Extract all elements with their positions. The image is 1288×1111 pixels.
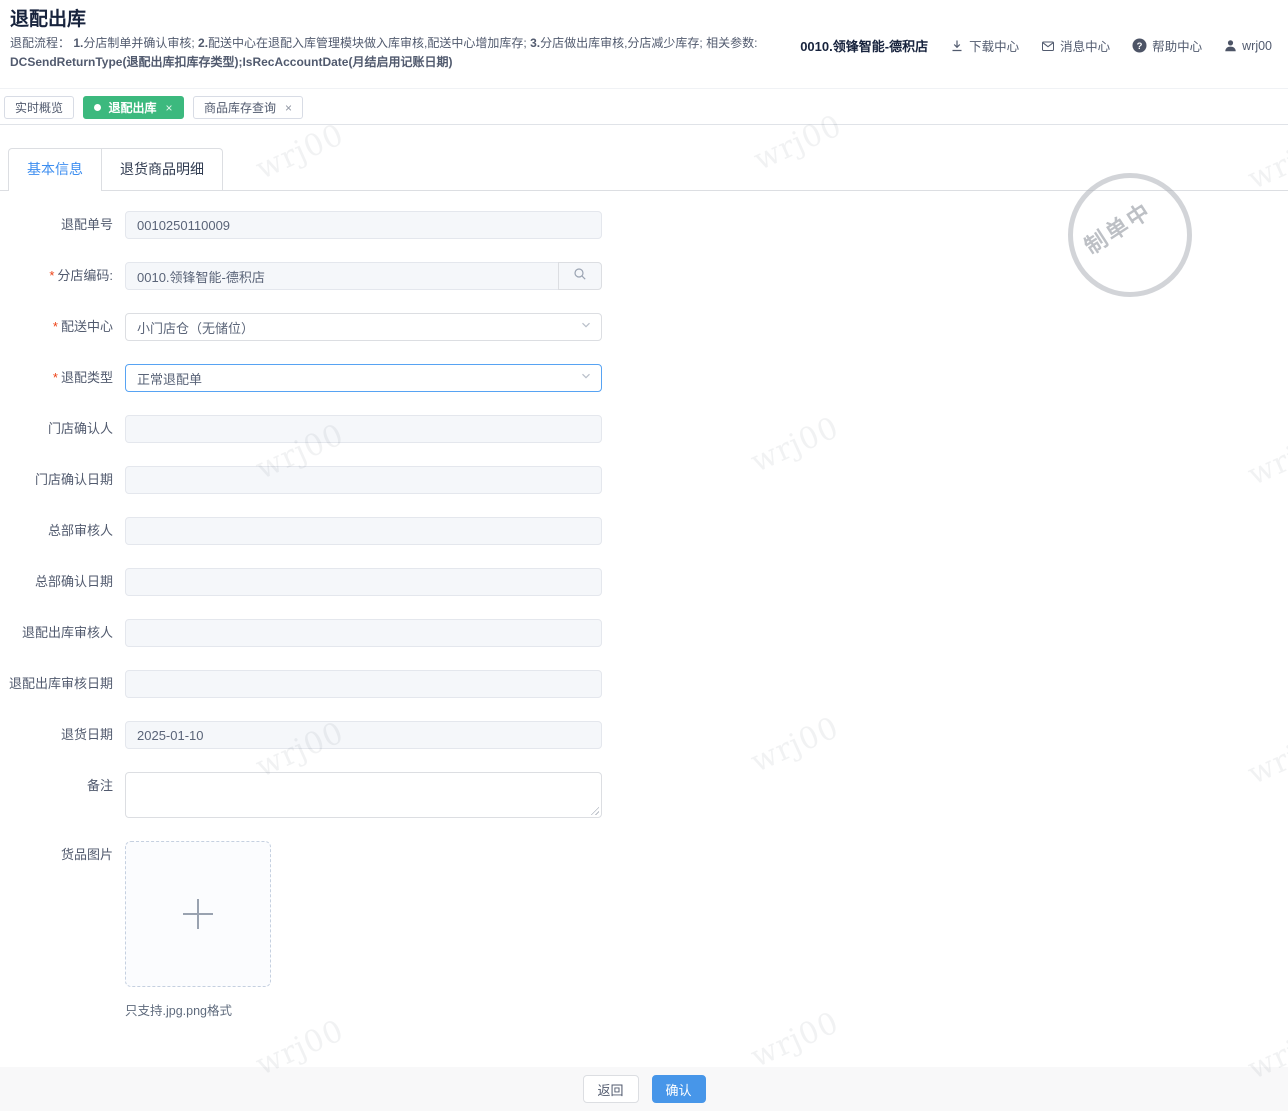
field-label: 货品图片: [60, 847, 113, 862]
nav-tab-stock-query[interactable]: 商品库存查询 ×: [192, 96, 303, 119]
svg-text:?: ?: [1137, 41, 1143, 52]
nav-tab-realtime-overview[interactable]: 实时概览: [4, 96, 75, 119]
branch-code-input[interactable]: [125, 262, 559, 290]
field-label: 总部审核人: [47, 523, 113, 538]
field-label: 退货日期: [60, 727, 113, 742]
outbound-auditor-input[interactable]: [125, 619, 602, 647]
active-dot-icon: [94, 104, 102, 111]
field-row-outbound-audit-date: 退配出库审核日期: [0, 670, 1288, 698]
nav-tab-label: 商品库存查询: [203, 101, 276, 115]
field-label: 退配出库审核人: [21, 625, 113, 640]
close-icon[interactable]: ×: [285, 102, 292, 114]
page-header: 退配出库 退配流程： 1.分店制单并确认审核; 2.配送中心在退配入库管理模块做…: [0, 0, 1288, 89]
close-icon[interactable]: ×: [165, 102, 172, 114]
chevron-down-icon: [580, 318, 592, 336]
hq-auditor-input[interactable]: [125, 517, 602, 545]
nav-tab-return-outbound[interactable]: 退配出库 ×: [83, 96, 184, 119]
tab-basic-info[interactable]: 基本信息: [8, 148, 102, 191]
field-label: * 配送中心: [52, 319, 113, 334]
required-mark: *: [52, 370, 58, 385]
field-row-return-date: 退货日期: [0, 721, 1288, 749]
back-button[interactable]: 返回: [582, 1075, 639, 1103]
upload-hint: 只支持.jpg.png格式: [125, 1004, 232, 1018]
field-row-hq-confirm-date: 总部确认日期: [0, 568, 1288, 596]
select-value: 小门店仓（无储位）: [137, 320, 255, 336]
main-content: 基本信息 退货商品明细 制单中 退配单号 *分店编码: *配送中心: [0, 148, 1288, 1067]
plus-icon: [183, 899, 213, 929]
help-center-link[interactable]: ? 帮助中心: [1132, 36, 1202, 55]
page-description: 退配流程： 1.分店制单并确认审核; 2.配送中心在退配入库管理模块做入库审核,…: [10, 36, 758, 69]
store-confirmer-input[interactable]: [125, 415, 602, 443]
return-order-no-input[interactable]: [125, 211, 602, 239]
distribution-center-select[interactable]: 小门店仓（无储位）: [125, 313, 602, 341]
branch-code-search-button[interactable]: [558, 262, 602, 290]
envelope-icon: [1041, 39, 1055, 53]
field-label: 备注: [86, 778, 113, 793]
required-mark: *: [52, 319, 58, 334]
return-date-input[interactable]: [125, 721, 602, 749]
select-value: 正常退配单: [137, 371, 203, 387]
field-row-store-confirm-date: 门店确认日期: [0, 466, 1288, 494]
tab-label: 退货商品明细: [120, 161, 204, 177]
field-label: * 分店编码:: [49, 268, 113, 283]
help-center-label: 帮助中心: [1152, 40, 1203, 54]
basic-info-form: 退配单号 *分店编码: *配送中心 小门店仓（无储位） *退配类型: [0, 211, 1288, 1019]
field-label: 门店确认日期: [34, 472, 113, 487]
hq-confirm-date-input[interactable]: [125, 568, 602, 596]
nav-tab-bar: 实时概览 退配出库 × 商品库存查询 ×: [0, 89, 1288, 125]
field-row-store-confirmer: 门店确认人: [0, 415, 1288, 443]
field-row-hq-auditor: 总部审核人: [0, 517, 1288, 545]
field-row-return-type: * 退配类型 正常退配单: [0, 364, 1288, 392]
tab-return-goods-detail[interactable]: 退货商品明细: [101, 148, 223, 190]
required-mark: *: [49, 268, 55, 283]
help-icon: ?: [1132, 38, 1147, 53]
field-row-outbound-auditor: 退配出库审核人: [0, 619, 1288, 647]
user-icon: [1224, 39, 1237, 52]
chevron-down-icon: [580, 369, 592, 387]
field-label: * 退配类型: [52, 370, 113, 385]
nav-tab-label: 实时概览: [15, 101, 64, 115]
remark-textarea[interactable]: [125, 772, 602, 818]
message-center-link[interactable]: 消息中心: [1041, 36, 1110, 55]
download-center-label: 下载中心: [969, 40, 1020, 54]
username-label: wrj00: [1242, 38, 1272, 53]
field-label: 总部确认日期: [34, 574, 113, 589]
field-label: 门店确认人: [47, 421, 113, 436]
tab-label: 基本信息: [27, 161, 83, 177]
download-center-link[interactable]: 下载中心: [950, 36, 1019, 55]
store-name: 0010.领锋智能-德积店: [800, 39, 929, 54]
field-label: 退配出库审核日期: [8, 676, 113, 691]
field-label: 退配单号: [60, 217, 113, 232]
field-row-distribution-center: * 配送中心 小门店仓（无储位）: [0, 313, 1288, 341]
message-center-label: 消息中心: [1060, 40, 1111, 54]
status-stamp: 制单中: [1068, 173, 1192, 297]
confirm-button[interactable]: 确认: [651, 1075, 706, 1103]
user-menu[interactable]: wrj00: [1224, 39, 1272, 53]
download-icon: [950, 39, 964, 53]
search-icon: [573, 267, 587, 286]
header-toolbar: 0010.领锋智能-德积店 下载中心 消息中心 ? 帮助中心 wrj00: [800, 36, 1272, 55]
store-confirm-date-input[interactable]: [125, 466, 602, 494]
footer-bar: 返回 确认: [0, 1067, 1288, 1111]
page-title: 退配出库: [10, 9, 87, 30]
field-row-goods-image: 货品图片 只支持.jpg.png格式: [0, 841, 1288, 1019]
outbound-audit-date-input[interactable]: [125, 670, 602, 698]
return-type-select[interactable]: 正常退配单: [125, 364, 602, 392]
goods-image-upload[interactable]: [125, 841, 271, 987]
nav-tab-label: 退配出库: [108, 101, 157, 115]
field-row-remark: 备注: [0, 772, 1288, 818]
status-stamp-text: 制单中: [1080, 197, 1158, 260]
